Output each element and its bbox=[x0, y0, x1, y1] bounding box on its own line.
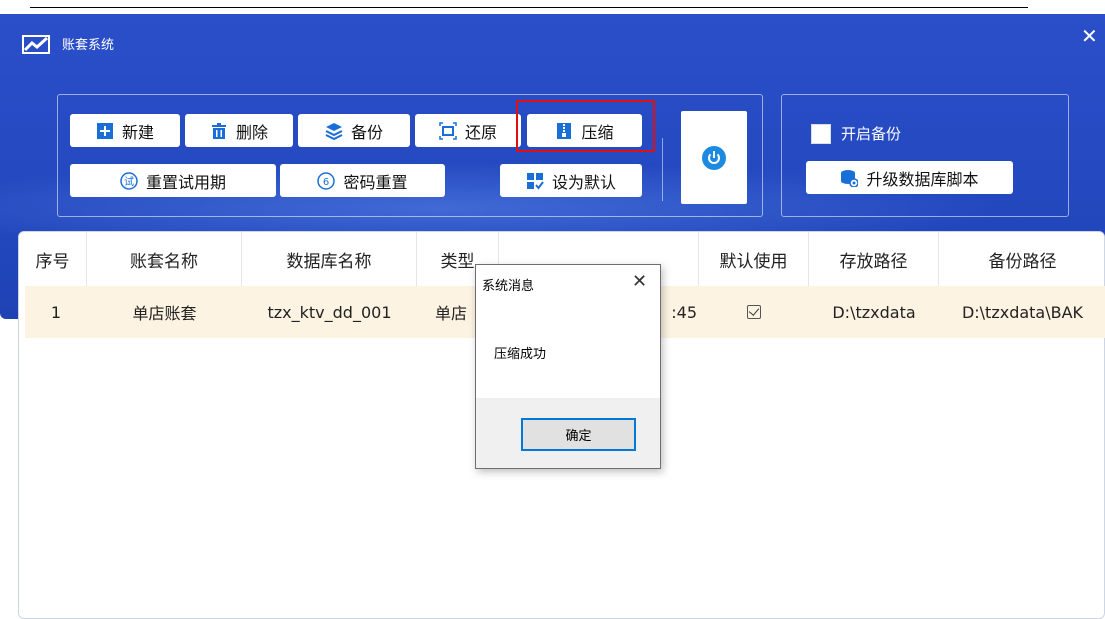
password-icon: 6 bbox=[317, 171, 336, 190]
col-name: 账套名称 bbox=[87, 232, 242, 286]
cell-path: D:\tzxdata bbox=[832, 302, 916, 322]
set-default-button-label: 设为默认 bbox=[551, 172, 616, 192]
power-button[interactable] bbox=[681, 111, 747, 204]
restore-icon bbox=[439, 121, 457, 140]
close-icon[interactable]: ✕ bbox=[1081, 24, 1098, 48]
dialog-message: 压缩成功 bbox=[494, 347, 547, 362]
window-title: 账套系统 bbox=[62, 38, 115, 53]
database-icon bbox=[840, 169, 860, 188]
new-button-label: 新建 bbox=[121, 122, 154, 142]
toolbar-divider bbox=[662, 138, 663, 201]
enable-backup-row: 开启备份 bbox=[811, 123, 901, 144]
ok-button[interactable]: 确定 bbox=[521, 418, 636, 451]
col-path: 存放路径 bbox=[809, 232, 939, 286]
reset-password-button[interactable]: 6 密码重置 bbox=[280, 164, 445, 197]
power-icon bbox=[702, 145, 726, 170]
cell-backup-path: D:\tzxdata\BAK bbox=[961, 302, 1084, 322]
restore-button[interactable]: 还原 bbox=[415, 114, 521, 147]
reset-password-button-label: 密码重置 bbox=[343, 172, 408, 192]
dialog-footer: 确定 bbox=[476, 398, 660, 468]
delete-button[interactable]: 删除 bbox=[185, 114, 293, 147]
cell-default[interactable] bbox=[699, 286, 809, 338]
col-db: 数据库名称 bbox=[242, 232, 417, 286]
reset-trial-button-label: 重置试用期 bbox=[145, 172, 226, 192]
upgrade-script-button-label: 升级数据库脚本 bbox=[866, 169, 979, 189]
app-window: 账套系统 ✕ 新建 删除 备份 还原 压缩 试 重置试用期 6 密码重置 设为默… bbox=[0, 14, 1105, 619]
col-backup-path: 备份路径 bbox=[988, 251, 1057, 272]
svg-text:6: 6 bbox=[323, 177, 329, 188]
top-rule bbox=[30, 7, 1028, 8]
enable-backup-checkbox[interactable] bbox=[811, 123, 831, 144]
delete-button-label: 删除 bbox=[235, 122, 268, 142]
set-default-icon bbox=[526, 172, 544, 190]
dialog-close-icon[interactable]: ✕ bbox=[632, 271, 647, 292]
restore-button-label: 还原 bbox=[464, 122, 497, 142]
default-checkbox[interactable] bbox=[747, 305, 761, 319]
upgrade-script-button[interactable]: 升级数据库脚本 bbox=[806, 161, 1013, 194]
reset-trial-button[interactable]: 试 重置试用期 bbox=[70, 164, 276, 197]
new-button[interactable]: 新建 bbox=[70, 114, 180, 147]
enable-backup-label: 开启备份 bbox=[841, 125, 902, 143]
trial-icon: 试 bbox=[120, 171, 138, 190]
add-icon bbox=[96, 122, 114, 140]
cell-db: tzx_ktv_dd_001 bbox=[267, 302, 392, 322]
trash-icon bbox=[210, 122, 228, 140]
cell-name: 单店账套 bbox=[132, 304, 197, 323]
options-panel bbox=[781, 94, 1069, 217]
col-default: 默认使用 bbox=[699, 232, 809, 286]
chart-app-icon bbox=[22, 35, 50, 54]
col-index: 序号 bbox=[19, 232, 87, 286]
toolbar-panel bbox=[57, 94, 763, 217]
backup-button-label: 备份 bbox=[350, 122, 383, 142]
message-dialog: 系统消息 ✕ 压缩成功 确定 bbox=[475, 264, 661, 469]
layers-icon bbox=[325, 122, 343, 140]
dialog-title: 系统消息 bbox=[482, 279, 535, 294]
compress-highlight-box bbox=[516, 100, 655, 152]
cell-index: 1 bbox=[50, 302, 62, 322]
set-default-button[interactable]: 设为默认 bbox=[500, 164, 642, 197]
svg-text:试: 试 bbox=[124, 175, 134, 188]
backup-button[interactable]: 备份 bbox=[298, 114, 410, 147]
